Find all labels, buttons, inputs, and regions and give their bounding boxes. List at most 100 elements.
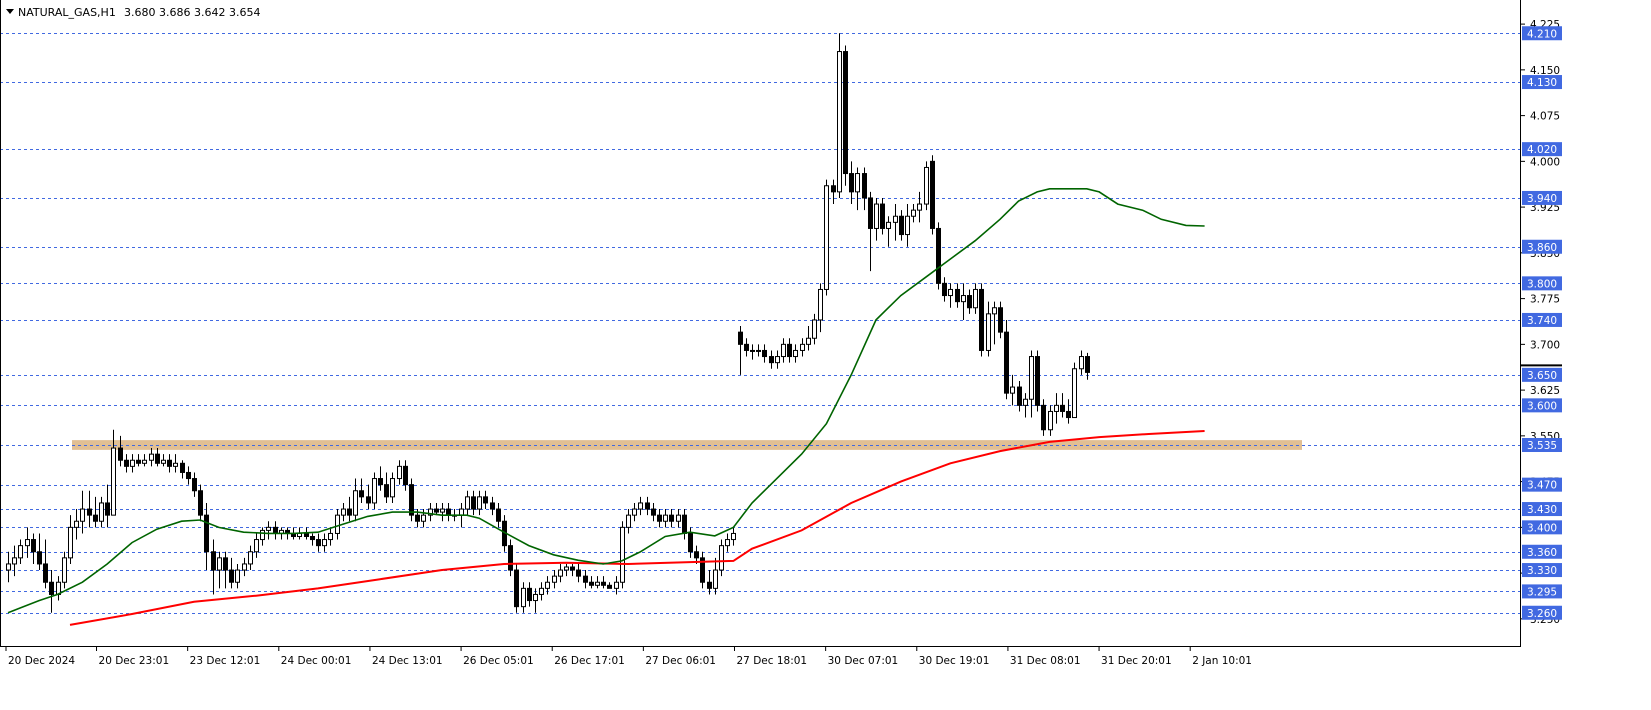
candle-bull: [539, 587, 544, 595]
candle-bear: [1066, 410, 1071, 419]
chart-svg[interactable]: 4.2254.1504.0754.0003.9253.8503.7753.700…: [0, 0, 1651, 706]
candle-bull: [595, 581, 600, 586]
candle-bull: [806, 337, 811, 345]
time-tick-label: 27 Dec 18:01: [737, 655, 808, 667]
candle-bull: [254, 539, 259, 553]
candle-bear: [967, 295, 972, 309]
candle-bear: [787, 343, 792, 358]
candle-bear: [403, 465, 408, 486]
candle-bull: [725, 539, 730, 547]
candle-bull: [260, 529, 265, 541]
candle-bull: [812, 319, 817, 339]
level-badge-label: 3.360: [1527, 547, 1557, 559]
candle-bear: [366, 496, 371, 504]
level-badge-label: 3.740: [1527, 315, 1557, 327]
candle-bear: [347, 508, 352, 516]
candle-bear: [1017, 386, 1022, 406]
candle-bull: [632, 508, 637, 516]
candle-bear: [1085, 356, 1090, 373]
candle-bull: [242, 563, 247, 571]
candle-bull: [824, 185, 829, 290]
level-badge-label: 4.130: [1527, 77, 1557, 89]
candle-bear: [1060, 404, 1065, 412]
candle-bear: [899, 215, 904, 236]
candle-bear: [514, 569, 519, 608]
candle-bear: [105, 502, 110, 516]
candle-bull: [111, 447, 116, 516]
candle-bear: [273, 526, 278, 534]
time-tick-label: 30 Dec 19:01: [919, 655, 990, 667]
price-tick-label: 3.625: [1530, 385, 1560, 397]
candle-bull: [676, 514, 681, 522]
candle-bull: [74, 520, 79, 528]
candle-bear: [229, 569, 234, 583]
candle-bear: [490, 502, 495, 510]
candle-bear: [762, 349, 767, 358]
candle-bull: [341, 508, 346, 516]
candle-bull: [62, 557, 67, 583]
level-badge-label: 3.860: [1527, 242, 1557, 254]
candle-bull: [917, 203, 922, 211]
candle-bull: [663, 514, 668, 522]
time-tick-label: 31 Dec 08:01: [1010, 655, 1081, 667]
candle-bear: [707, 581, 712, 589]
candle-bull: [1048, 410, 1053, 431]
candle-bull: [421, 514, 426, 522]
time-tick-label: 20 Dec 2024: [8, 655, 75, 667]
candle-bear: [688, 532, 693, 553]
candle-bear: [1041, 404, 1046, 431]
candle-bull: [80, 508, 85, 522]
candle-bull: [173, 462, 178, 467]
candle-bear: [738, 331, 743, 345]
candle-bull: [459, 508, 464, 516]
price-tick-label: 4.000: [1530, 156, 1560, 168]
candle-bull: [793, 349, 798, 358]
candle-bear: [43, 563, 48, 583]
candle-bear: [359, 490, 364, 498]
candle-bear: [186, 471, 191, 480]
candle-bull: [68, 526, 73, 559]
time-tick-label: 26 Dec 17:01: [554, 655, 625, 667]
candle-bull: [390, 478, 395, 498]
candle-bull: [99, 502, 104, 522]
candle-bull: [614, 581, 619, 589]
time-tick-label: 24 Dec 13:01: [372, 655, 443, 667]
candle-bull: [1029, 356, 1034, 400]
plot-area[interactable]: [0, 0, 1520, 646]
candle-bull: [719, 545, 724, 571]
candle-bear: [304, 532, 309, 538]
candle-bear: [998, 307, 1003, 333]
candle-bull: [217, 557, 222, 571]
level-badge-label: 3.600: [1527, 400, 1557, 412]
price-chart[interactable]: 4.225 4.150 4.075 4.000 3.925 3.850 3.775 3.700…: [0, 0, 1651, 706]
candle-bull: [837, 51, 842, 193]
candle-bear: [831, 185, 836, 193]
candle-bear: [378, 478, 383, 486]
candle-bull: [750, 349, 755, 352]
candle-bear: [49, 581, 54, 595]
candle-bear: [607, 584, 612, 589]
candle-bear: [862, 173, 867, 199]
candle-bull: [533, 593, 538, 602]
candle-bear: [868, 197, 873, 229]
price-tick-label: 3.775: [1530, 294, 1560, 306]
candle-bull: [149, 453, 154, 461]
time-tick-label: 26 Dec 05:01: [463, 655, 534, 667]
level-badge-label: 3.650: [1527, 370, 1557, 382]
candle-bear: [936, 227, 941, 284]
candle-bear: [769, 356, 774, 364]
candle-bear: [204, 514, 209, 553]
candle-bear: [1004, 331, 1009, 394]
candle-bull: [372, 478, 377, 504]
candle-bull: [818, 288, 823, 321]
candle-bull: [25, 539, 30, 547]
candle-bull: [6, 563, 11, 571]
candle-bull: [775, 356, 780, 364]
candle-bear: [124, 459, 129, 467]
chart-header: NATURAL_GAS,H1 3.680 3.686 3.642 3.654: [6, 6, 260, 19]
candle-bull: [973, 288, 978, 309]
candle-bear: [87, 508, 92, 516]
candle-bull: [948, 288, 953, 297]
level-badge-label: 3.330: [1527, 565, 1557, 577]
candle-bull: [961, 295, 966, 303]
